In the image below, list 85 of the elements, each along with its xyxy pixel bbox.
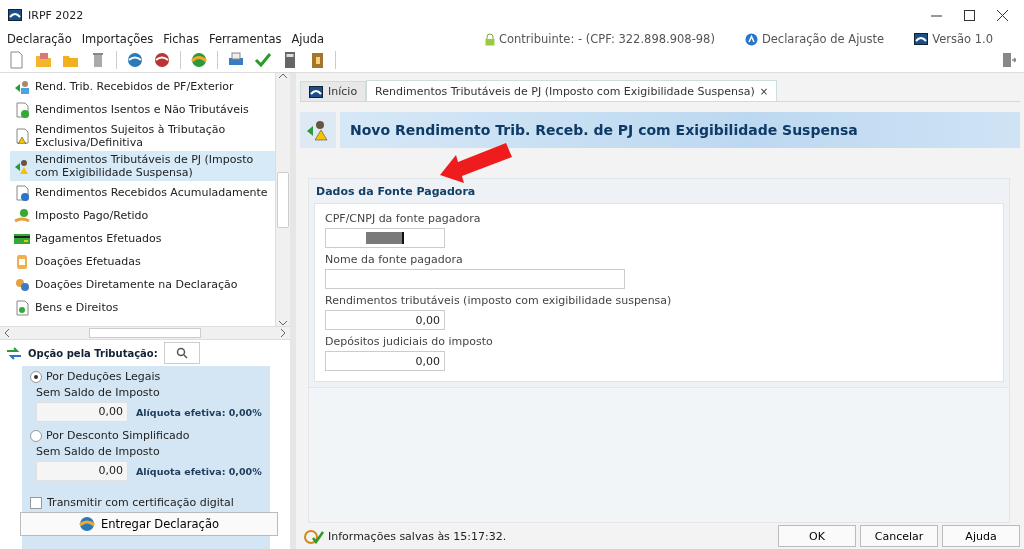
scroll-left-icon[interactable] bbox=[4, 329, 10, 337]
form-header-title: Novo Rendimento Trib. Receb. de PJ com Exigibilidade Suspensa bbox=[340, 112, 1020, 148]
balance-label: Sem Saldo de Imposto bbox=[36, 445, 161, 458]
person-arrow-icon bbox=[14, 78, 30, 95]
globe-icon bbox=[79, 516, 95, 532]
tab[interactable]: Início bbox=[300, 81, 367, 101]
sidebar-item[interactable]: Imposto Pago/Retido bbox=[10, 204, 275, 227]
coins-icon bbox=[14, 276, 30, 293]
sidebar-item[interactable]: Doações Efetuadas bbox=[10, 250, 275, 273]
search-button[interactable] bbox=[163, 342, 200, 364]
input-field[interactable]: 0,00 bbox=[325, 310, 445, 330]
taxpayer-label: Contribuinte: - (CPF: 322.898.908-98) bbox=[499, 32, 716, 46]
sidebar-item[interactable]: Rendimentos Recebidos Acumuladamente bbox=[10, 181, 275, 204]
tax-value-field: 0,00 bbox=[36, 461, 128, 481]
declaration-type-label: Declaração de Ajuste bbox=[761, 32, 886, 46]
balance-label: Sem Saldo de Imposto bbox=[36, 386, 161, 399]
field-label: Rendimentos tributáveis (imposto com exigibilidade suspensa) bbox=[325, 294, 673, 307]
tab[interactable]: Rendimentos Tributáveis de PJ (Imposto com Exigibilidade Suspensa) × bbox=[366, 80, 778, 101]
app-logo-icon bbox=[8, 9, 22, 21]
scroll-right-icon[interactable] bbox=[280, 329, 286, 337]
sidebar-item[interactable]: Pagamentos Efetuados bbox=[10, 227, 275, 250]
menu-item[interactable]: Importações bbox=[81, 32, 164, 46]
scrollbar-thumb[interactable] bbox=[89, 328, 201, 338]
window-title: IRPF 2022 bbox=[28, 8, 84, 22]
radio-button[interactable] bbox=[30, 429, 42, 442]
radio-label: Por Desconto Simplificado bbox=[46, 429, 190, 442]
hand-coin-icon bbox=[14, 207, 30, 224]
document-coin-icon bbox=[14, 299, 30, 316]
sidebar-item[interactable]: Rendimentos Tributáveis de PJ (Imposto com Exigibilidade Suspensa) bbox=[10, 151, 275, 181]
tax-value-field: 0,00 bbox=[36, 402, 128, 422]
scroll-down-icon[interactable] bbox=[279, 320, 287, 326]
dialog-button[interactable]: Ajuda bbox=[942, 525, 1020, 547]
document-check-icon bbox=[14, 101, 30, 118]
sidebar-item[interactable]: Rendimentos Isentos e Não Tributáveis bbox=[10, 98, 275, 121]
lock-icon bbox=[485, 32, 495, 46]
open-folder-icon[interactable] bbox=[35, 51, 53, 69]
redaction-block bbox=[366, 232, 404, 244]
circle-a-icon bbox=[744, 32, 758, 46]
effective-rate-label: Alíquota efetiva: 0,00% bbox=[136, 406, 262, 418]
sidebar-item[interactable]: Doações Diretamente na Declaração bbox=[10, 273, 275, 296]
checkmark-icon[interactable] bbox=[254, 51, 272, 69]
sidebar-item[interactable]: Rendimentos Sujeitos à Tributação Exclusiva/Definitiva bbox=[10, 121, 275, 151]
field-label: Depósitos judiciais do imposto bbox=[325, 335, 494, 348]
globe-icon[interactable] bbox=[153, 51, 171, 69]
dialog-button[interactable]: OK bbox=[778, 525, 856, 547]
person-warning-icon bbox=[306, 119, 330, 141]
app-logo-icon bbox=[309, 85, 323, 98]
close-icon[interactable] bbox=[997, 9, 1008, 21]
dialog-button[interactable]: Cancelar bbox=[860, 525, 938, 547]
document-warning-icon bbox=[14, 128, 30, 144]
menu-item[interactable]: Fichas bbox=[163, 32, 209, 46]
scrollbar-thumb[interactable] bbox=[277, 171, 289, 228]
globe-icon[interactable] bbox=[126, 51, 144, 69]
checkbox-label: Transmitir com certificação digital bbox=[47, 496, 234, 509]
person-warning-icon bbox=[14, 158, 30, 174]
input-field[interactable] bbox=[325, 269, 625, 289]
scroll-up-icon[interactable] bbox=[279, 73, 287, 79]
app-logo-icon bbox=[914, 33, 929, 45]
field-label: Nome da fonte pagadora bbox=[325, 253, 464, 266]
menu-item[interactable]: Declaração bbox=[7, 32, 82, 46]
section-title: Dados da Fonte Pagadora bbox=[315, 184, 477, 200]
version-label: Versão 1.0 bbox=[932, 32, 994, 46]
effective-rate-label: Alíquota efetiva: 0,00% bbox=[136, 465, 262, 477]
input-field[interactable] bbox=[325, 228, 445, 248]
globe-icon[interactable] bbox=[190, 51, 208, 69]
checkbox[interactable] bbox=[30, 496, 42, 509]
menu-item[interactable]: Ferramentas bbox=[208, 32, 292, 46]
annotation-arrow-icon bbox=[438, 141, 514, 185]
menu-item[interactable]: Ajuda bbox=[291, 32, 335, 46]
search-icon bbox=[175, 347, 188, 359]
input-field[interactable]: 0,00 bbox=[325, 351, 445, 371]
document-badge-icon bbox=[14, 184, 30, 201]
radio-button[interactable] bbox=[30, 370, 42, 383]
sidebar-item[interactable]: Rend. Trib. Recebidos de PF/Exterior bbox=[10, 75, 275, 98]
field-label: CPF/CNPJ da fonte pagadora bbox=[325, 212, 482, 225]
status-message: Informações salvas às 15:17:32. bbox=[328, 529, 507, 543]
tab-close-button[interactable]: × bbox=[759, 85, 769, 97]
taxation-option-label: Opção pela Tributação: bbox=[28, 347, 158, 359]
jar-icon bbox=[14, 253, 30, 270]
sidebar-item[interactable]: Bens e Direitos bbox=[10, 296, 275, 319]
clock-check-icon bbox=[304, 528, 324, 544]
submit-declaration-button[interactable]: Entregar Declaração bbox=[20, 512, 278, 536]
radio-label: Por Deduções Legais bbox=[46, 370, 161, 383]
exit-door-icon[interactable] bbox=[1002, 52, 1016, 68]
maximize-icon[interactable] bbox=[964, 9, 975, 21]
